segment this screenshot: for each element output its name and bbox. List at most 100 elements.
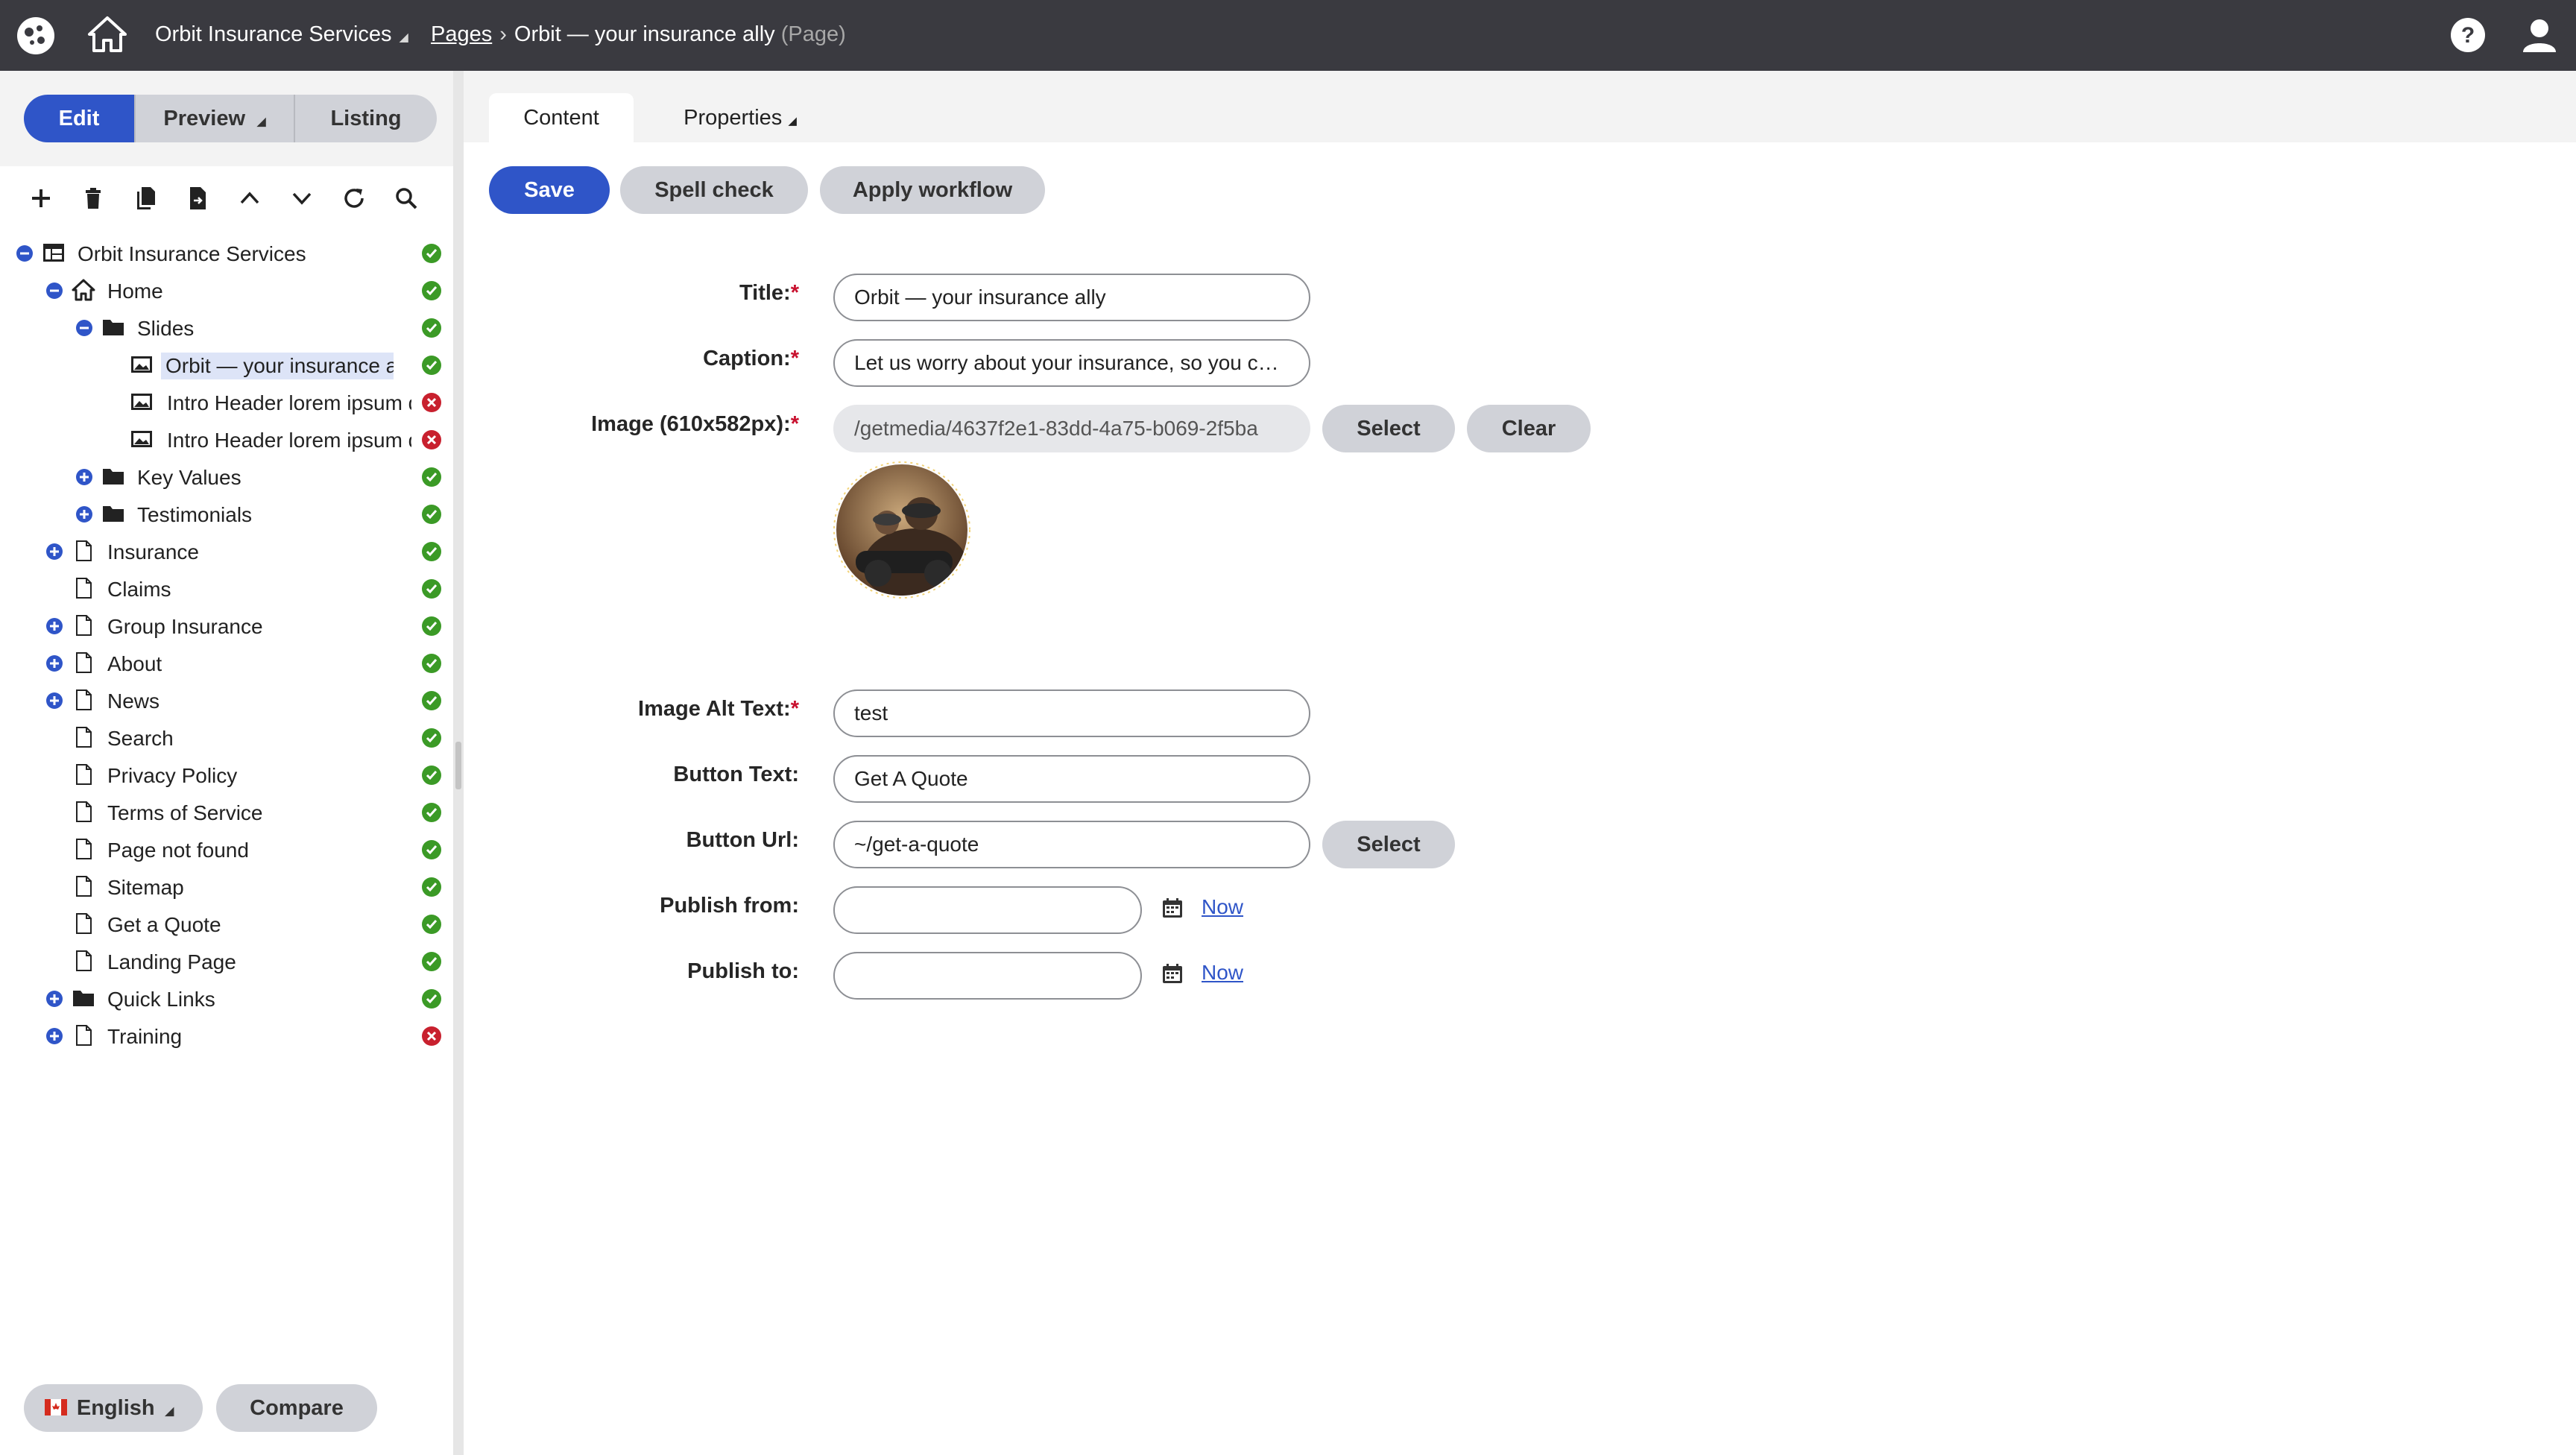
title-input[interactable]: Orbit — your insurance ally xyxy=(833,274,1310,321)
published-check-icon xyxy=(422,840,441,859)
tree-item-slides[interactable]: Slides xyxy=(0,311,453,345)
expand-icon[interactable] xyxy=(46,991,63,1007)
tree-footer: English ◢ Compare xyxy=(24,1384,377,1432)
published-check-icon xyxy=(422,579,441,599)
published-check-icon xyxy=(422,318,441,338)
expand-icon[interactable] xyxy=(76,469,92,485)
published-check-icon xyxy=(422,467,441,487)
published-check-icon xyxy=(422,877,441,897)
breadcrumb-pages-link[interactable]: Pages xyxy=(431,22,492,46)
page-icon xyxy=(72,949,95,973)
tree-item-group-insurance[interactable]: Group Insurance xyxy=(0,609,453,643)
search-icon[interactable] xyxy=(392,184,420,212)
expand-icon[interactable] xyxy=(46,618,63,634)
home-icon[interactable] xyxy=(86,15,128,54)
calendar-icon[interactable] xyxy=(1161,962,1184,985)
tree-item-terms-of-service[interactable]: Terms of Service xyxy=(0,795,453,830)
tree-item-about[interactable]: About xyxy=(0,646,453,681)
listing-mode-button[interactable]: Listing xyxy=(294,95,437,142)
folder-icon xyxy=(101,315,125,339)
page-icon xyxy=(72,800,95,824)
publish-from-now-link[interactable]: Now xyxy=(1202,895,1243,919)
content-tree-panel: Edit Preview ◢ Listing Orbit Insurance Se… xyxy=(0,71,453,1455)
delete-icon[interactable] xyxy=(79,184,107,212)
tab-properties[interactable]: Properties ◢ xyxy=(654,93,826,142)
tree-item-sitemap[interactable]: Sitemap xyxy=(0,870,453,904)
tree-item-claims[interactable]: Claims xyxy=(0,572,453,606)
unpublished-x-icon xyxy=(422,1026,441,1046)
collapse-icon[interactable] xyxy=(16,245,33,262)
tree-item-landing-page[interactable]: Landing Page xyxy=(0,944,453,979)
expand-icon[interactable] xyxy=(46,543,63,560)
tree-item-label: News xyxy=(107,689,160,713)
button-text-input[interactable]: Get A Quote xyxy=(833,755,1310,803)
move-down-icon[interactable] xyxy=(288,184,316,212)
move-up-icon[interactable] xyxy=(236,184,264,212)
tree-item-testimonials[interactable]: Testimonials xyxy=(0,497,453,531)
tree-item-news[interactable]: News xyxy=(0,684,453,718)
button-url-input[interactable]: ~/get-a-quote xyxy=(833,821,1310,868)
tree-item-get-a-quote[interactable]: Get a Quote xyxy=(0,907,453,941)
save-button[interactable]: Save xyxy=(489,166,610,214)
expand-icon[interactable] xyxy=(76,506,92,523)
image-path-input[interactable]: /getmedia/4637f2e1-83dd-4a75-b069-2f5ba xyxy=(833,405,1310,452)
tree-item-label: Sitemap xyxy=(107,876,184,899)
splitter-grip[interactable] xyxy=(455,742,461,789)
publish-to-input[interactable] xyxy=(833,952,1142,1000)
preview-label: Preview xyxy=(163,107,246,130)
collapse-icon[interactable] xyxy=(46,283,63,299)
image-clear-button[interactable]: Clear xyxy=(1467,405,1591,452)
publish-from-input[interactable] xyxy=(833,886,1142,934)
publish-to-now-link[interactable]: Now xyxy=(1202,961,1243,985)
image-alt-text-input[interactable]: test xyxy=(833,689,1310,737)
home-icon xyxy=(72,278,95,302)
title-label: Title:* xyxy=(739,281,799,305)
panel-splitter[interactable] xyxy=(453,71,464,1455)
language-selector[interactable]: English ◢ xyxy=(24,1384,203,1432)
calendar-icon[interactable] xyxy=(1161,897,1184,919)
spell-check-button[interactable]: Spell check xyxy=(620,166,808,214)
image-preview-thumbnail xyxy=(833,461,970,599)
tree-item-intro-header-2[interactable]: Intro Header lorem ipsum d xyxy=(0,423,453,457)
page-icon xyxy=(72,725,95,749)
copy-icon[interactable] xyxy=(131,184,160,212)
kentico-logo-icon[interactable] xyxy=(16,16,55,55)
button-url-select-button[interactable]: Select xyxy=(1322,821,1455,868)
edit-mode-button[interactable]: Edit xyxy=(24,95,134,142)
tree-item-label: About xyxy=(107,652,162,675)
preview-mode-button[interactable]: Preview ◢ xyxy=(134,95,294,142)
move-icon[interactable] xyxy=(183,184,212,212)
tree-item-privacy-policy[interactable]: Privacy Policy xyxy=(0,758,453,792)
tree-item-label: Orbit Insurance Services xyxy=(78,242,306,265)
expand-icon[interactable] xyxy=(46,655,63,672)
tree-item-search[interactable]: Search xyxy=(0,721,453,755)
page-icon xyxy=(72,539,95,563)
site-selector[interactable]: Orbit Insurance Services ◢ xyxy=(155,22,408,47)
caption-input[interactable]: Let us worry about your insurance, so yo… xyxy=(833,339,1310,387)
refresh-icon[interactable] xyxy=(340,184,368,212)
folder-icon xyxy=(101,464,125,488)
tab-content[interactable]: Content xyxy=(489,93,634,142)
tree-item-page-not-found[interactable]: Page not found xyxy=(0,833,453,867)
user-icon[interactable] xyxy=(2521,16,2558,54)
tree-item-insurance[interactable]: Insurance xyxy=(0,534,453,569)
tree-item-orbit-slide[interactable]: Orbit — your insurance ally xyxy=(0,348,453,382)
page-icon xyxy=(72,874,95,898)
image-select-button[interactable]: Select xyxy=(1322,405,1455,452)
expand-icon[interactable] xyxy=(46,692,63,709)
tree-item-intro-header-1[interactable]: Intro Header lorem ipsum d xyxy=(0,385,453,420)
collapse-icon[interactable] xyxy=(76,320,92,336)
tree-item-label: Training xyxy=(107,1025,183,1048)
compare-button[interactable]: Compare xyxy=(216,1384,377,1432)
help-icon[interactable]: ? xyxy=(2449,16,2487,54)
tree-item-home[interactable]: Home xyxy=(0,274,453,308)
tree-item-training[interactable]: Training xyxy=(0,1019,453,1053)
tree-item-key-values[interactable]: Key Values xyxy=(0,460,453,494)
add-icon[interactable] xyxy=(27,184,55,212)
apply-workflow-button[interactable]: Apply workflow xyxy=(820,166,1045,214)
tree-item-orbit-insurance-services[interactable]: Orbit Insurance Services xyxy=(0,236,453,271)
tree-item-quick-links[interactable]: Quick Links xyxy=(0,982,453,1016)
page-icon xyxy=(72,912,95,935)
published-check-icon xyxy=(422,356,441,375)
expand-icon[interactable] xyxy=(46,1028,63,1044)
